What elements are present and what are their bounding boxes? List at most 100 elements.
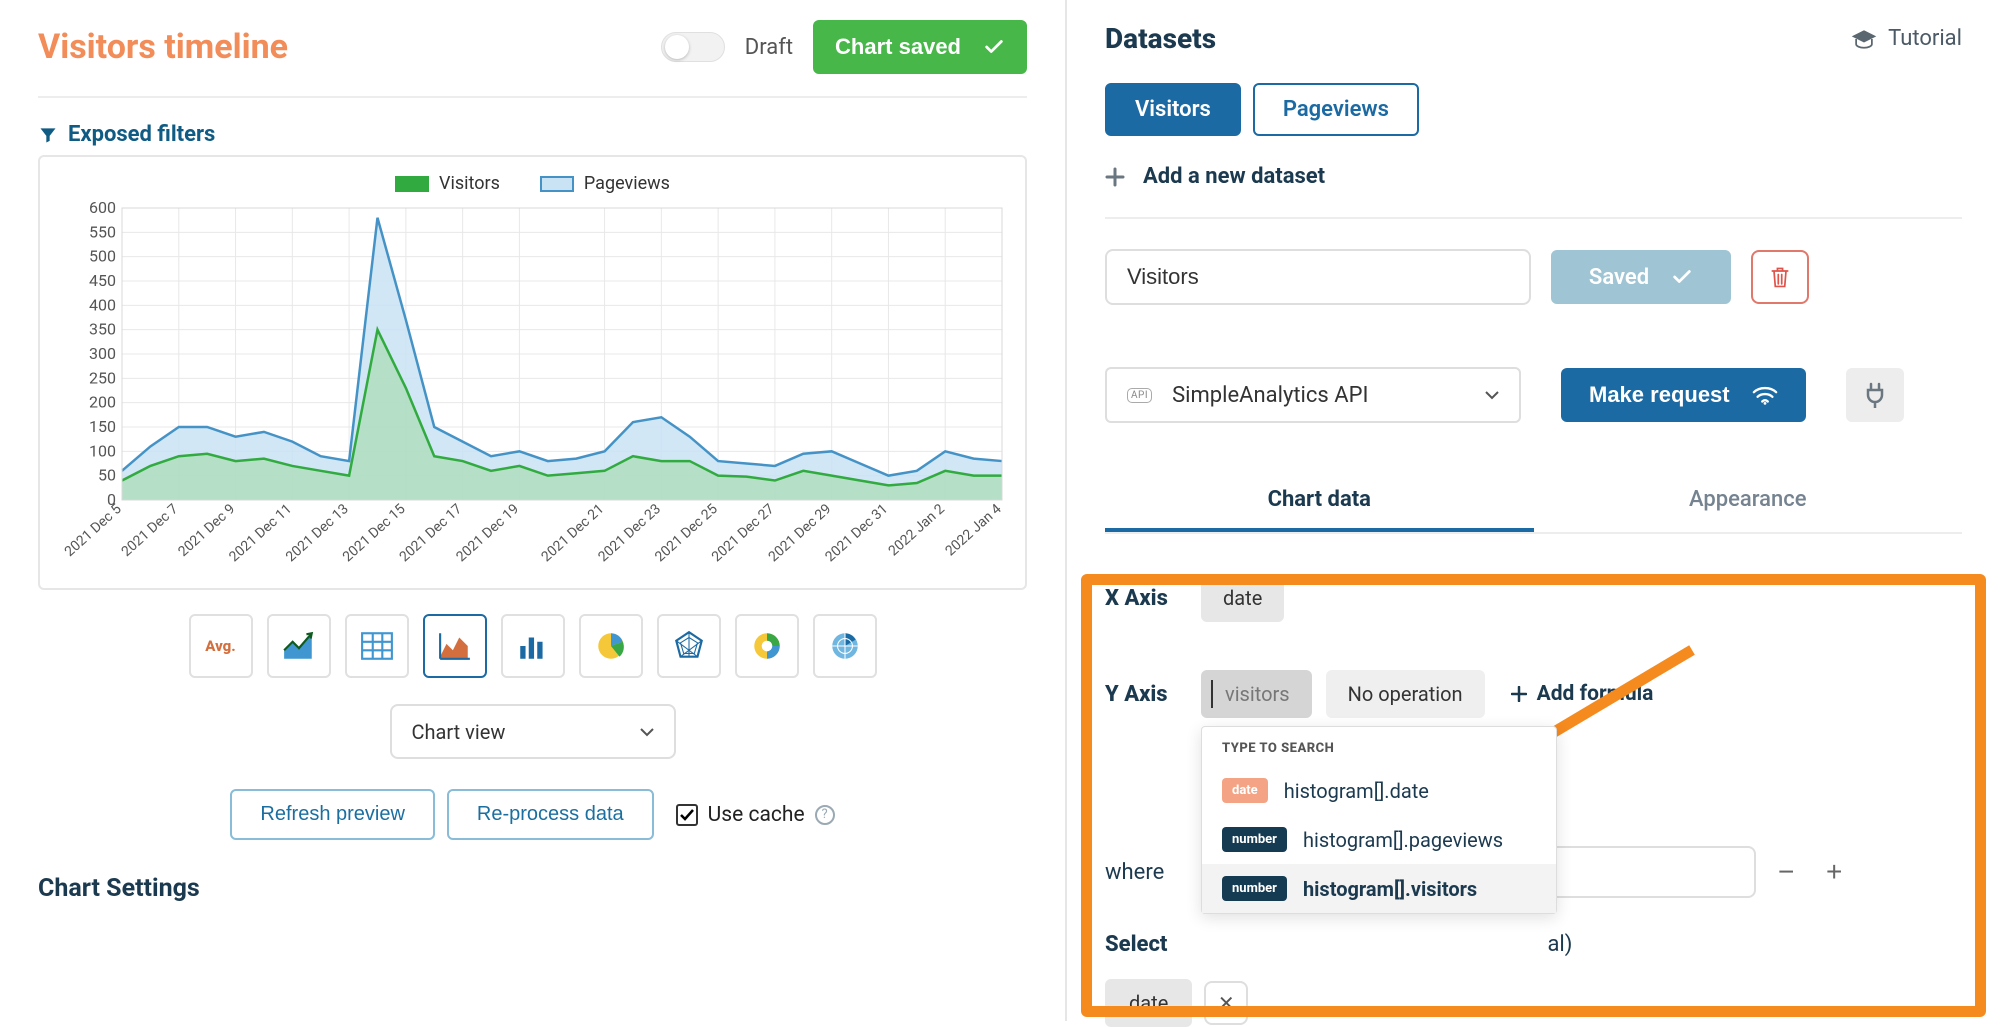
saved-label: Saved [1589,265,1649,290]
make-request-button[interactable]: Make request [1561,368,1806,422]
legend-label-visitors: Visitors [439,173,500,194]
type-tag-number: number [1222,876,1287,901]
type-tag-number: number [1222,827,1287,852]
chart-type-row: Avg. [38,614,1027,678]
trash-icon [1769,265,1791,289]
svg-text:50: 50 [98,466,116,485]
legend-pageviews[interactable]: Pageviews [540,173,670,194]
add-formula-button[interactable]: Add formula [1511,682,1654,706]
dataset-name-input[interactable] [1105,249,1531,305]
tutorial-label: Tutorial [1888,26,1962,51]
graduation-cap-icon [1850,28,1878,50]
pie-chart-icon [594,629,628,663]
delete-dataset-button[interactable] [1751,250,1809,304]
field-autocomplete-dropdown: TYPE TO SEARCH date histogram[].date num… [1201,726,1557,914]
datasets-title: Datasets [1105,22,1216,55]
bar-chart-icon [516,629,550,663]
chart-type-radar[interactable] [657,614,721,678]
chart-type-area[interactable] [423,614,487,678]
svg-text:2021 Dec 31: 2021 Dec 31 [822,501,891,565]
where-label: where [1105,860,1164,885]
svg-text:600: 600 [89,200,116,217]
use-cache-checkbox[interactable]: Use cache ? [676,803,835,827]
chart-type-area-up[interactable] [267,614,331,678]
exposed-filters-label: Exposed filters [68,122,215,147]
svg-text:2021 Dec 7: 2021 Dec 7 [119,501,182,560]
dropdown-item-date[interactable]: date histogram[].date [1202,766,1556,815]
chart-settings-heading: Chart Settings [38,874,1027,903]
svg-text:200: 200 [89,393,116,412]
chart-type-avg[interactable]: Avg. [189,614,253,678]
polar-chart-icon [828,629,862,663]
add-dataset-button[interactable]: Add a new dataset [1105,164,1962,219]
checkbox-icon [676,804,698,826]
svg-text:2022 Jan 4: 2022 Jan 4 [942,501,1004,559]
refresh-preview-button[interactable]: Refresh preview [230,789,435,840]
chart-type-table[interactable] [345,614,409,678]
svg-text:2022 Jan 2: 2022 Jan 2 [886,501,948,559]
chart-type-pie[interactable] [579,614,643,678]
tutorial-link[interactable]: Tutorial [1850,26,1962,51]
dropdown-item-label: histogram[].visitors [1303,877,1477,901]
dropdown-item-pageviews[interactable]: number histogram[].pageviews [1202,815,1556,864]
y-axis-label: Y Axis [1105,682,1187,707]
svg-text:550: 550 [89,222,116,241]
exposed-filters-toggle[interactable]: Exposed filters [38,122,1027,147]
saved-badge: Saved [1551,250,1731,304]
dropdown-item-label: histogram[].pageviews [1303,828,1503,852]
filter-icon [38,125,58,145]
radar-chart-icon [672,629,706,663]
area-chart-icon [438,629,472,663]
api-badge-icon: API [1127,388,1152,403]
page-title: Visitors timeline [38,27,288,67]
dropdown-item-label: histogram[].date [1284,779,1429,803]
chart-type-polar[interactable] [813,614,877,678]
chart-view-label: Chart view [412,720,506,744]
tab-appearance[interactable]: Appearance [1534,471,1963,532]
legend-swatch-visitors [395,176,429,192]
chart-saved-button[interactable]: Chart saved [813,20,1027,74]
remove-where-button[interactable]: − [1768,854,1804,890]
line-chart: 0501001502002503003504004505005506002021… [52,200,1012,570]
draft-label: Draft [745,35,793,60]
svg-text:250: 250 [89,368,116,387]
use-cache-label: Use cache [708,803,805,827]
chart-view-select[interactable]: Chart view [390,704,676,759]
connection-settings-button[interactable] [1846,368,1904,422]
svg-text:400: 400 [89,295,116,314]
help-icon[interactable]: ? [815,805,835,825]
dataset-tab-visitors[interactable]: Visitors [1105,83,1241,136]
svg-text:2021 Dec 5: 2021 Dec 5 [62,501,125,560]
area-up-icon [282,629,316,663]
chart-type-bar[interactable] [501,614,565,678]
y-axis-value-input[interactable]: visitors [1201,670,1312,718]
api-connection-select[interactable]: API SimpleAnalytics API [1105,367,1521,423]
svg-text:2021 Dec 19: 2021 Dec 19 [453,501,522,565]
x-axis-value-chip[interactable]: date [1201,574,1284,622]
y-axis-operation-select[interactable]: No operation [1326,670,1485,718]
legend-visitors[interactable]: Visitors [395,173,500,194]
add-where-button[interactable]: + [1816,854,1852,890]
select-tail-text: al) [1547,932,1572,957]
dropdown-item-visitors[interactable]: number histogram[].visitors [1202,864,1556,913]
wifi-icon [1752,384,1778,406]
chevron-down-icon [640,727,654,737]
x-axis-label: X Axis [1105,586,1187,611]
tab-chart-data[interactable]: Chart data [1105,471,1534,532]
dropdown-header: TYPE TO SEARCH [1202,727,1556,766]
remove-select-field-button[interactable]: ✕ [1204,981,1248,1025]
svg-text:450: 450 [89,271,116,290]
reprocess-data-button[interactable]: Re-process data [447,789,654,840]
make-request-label: Make request [1589,382,1730,408]
draft-toggle[interactable] [661,32,725,62]
check-icon [983,36,1005,58]
svg-text:150: 150 [89,417,116,436]
chart-preview: Visitors Pageviews 050100150200250300350… [38,155,1027,590]
avg-icon: Avg. [205,637,235,655]
donut-chart-icon [750,629,784,663]
type-tag-date: date [1222,778,1268,803]
chart-type-donut[interactable] [735,614,799,678]
svg-text:350: 350 [89,320,116,339]
dataset-tab-pageviews[interactable]: Pageviews [1253,83,1419,136]
select-field-chip[interactable]: date [1105,979,1192,1027]
